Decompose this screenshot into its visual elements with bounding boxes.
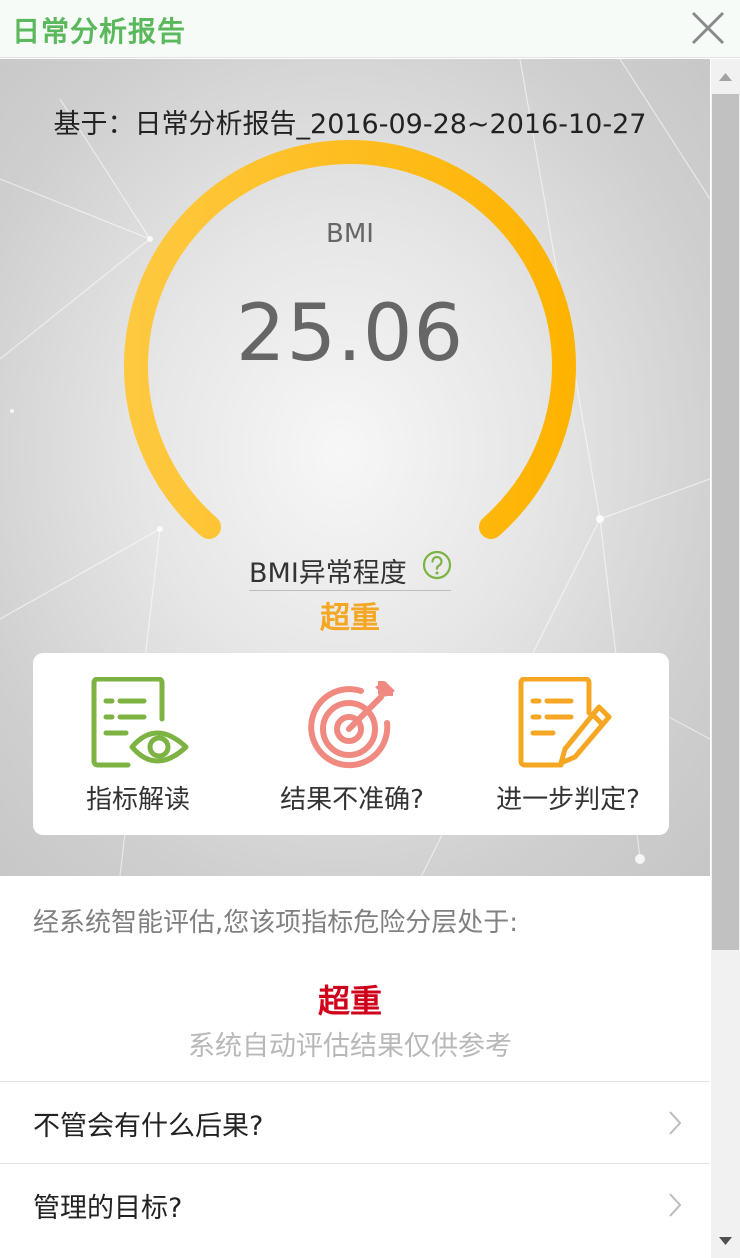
scroll-up-arrow-icon[interactable]	[711, 59, 740, 93]
risk-assessment-section: 经系统智能评估,您该项指标危险分层处于: 超重 系统自动评估结果仅供参考	[0, 876, 710, 1081]
action-further-judgement[interactable]: 进一步判定?	[463, 653, 663, 835]
title-bar: 日常分析报告	[0, 0, 740, 58]
list-item-label: 不管会有什么后果?	[33, 1111, 264, 1142]
vertical-scrollbar[interactable]	[711, 59, 740, 1258]
assessment-result: 超重	[317, 982, 382, 1020]
list-item-label: 管理的目标?	[33, 1193, 183, 1224]
action-card: 指标解读 结果不准确? 进一步判定?	[33, 653, 669, 835]
action-indicator-interpretation[interactable]: 指标解读	[33, 653, 233, 835]
action-label: 指标解读	[85, 785, 190, 815]
bmi-hero-panel: 基于：日常分析报告_2016-09-28~2016-10-27 BMI 25.0…	[0, 59, 710, 876]
assessment-note: 系统自动评估结果仅供参考	[188, 1031, 512, 1062]
bmi-value: 25.06	[235, 289, 465, 379]
assessment-intro: 经系统智能评估,您该项指标危险分层处于:	[33, 908, 519, 938]
list-item-consequences[interactable]: 不管会有什么后果?	[0, 1081, 710, 1163]
target-arrow-icon	[308, 681, 395, 769]
report-content: 基于：日常分析报告_2016-09-28~2016-10-27 BMI 25.0…	[0, 59, 710, 1258]
scrollbar-thumb[interactable]	[712, 94, 739, 950]
bmi-degree-row: BMI异常程度	[249, 547, 453, 591]
action-label: 进一步判定?	[496, 785, 640, 815]
window-title: 日常分析报告	[12, 15, 187, 48]
list-item-management-goals[interactable]: 管理的目标?	[0, 1163, 710, 1245]
bmi-degree-label: BMI异常程度	[249, 558, 407, 589]
close-icon[interactable]	[688, 8, 728, 48]
bmi-label: BMI	[326, 219, 374, 249]
bmi-level-status: 超重	[320, 601, 380, 636]
action-label: 结果不准确?	[280, 785, 424, 815]
action-result-inaccurate[interactable]: 结果不准确?	[247, 653, 447, 835]
chevron-right-icon	[669, 1111, 682, 1135]
document-eye-icon	[91, 677, 189, 768]
scroll-down-arrow-icon[interactable]	[711, 1224, 740, 1258]
chevron-right-icon	[669, 1193, 682, 1217]
question-circle-icon[interactable]	[421, 549, 453, 581]
document-pencil-icon	[518, 677, 612, 768]
